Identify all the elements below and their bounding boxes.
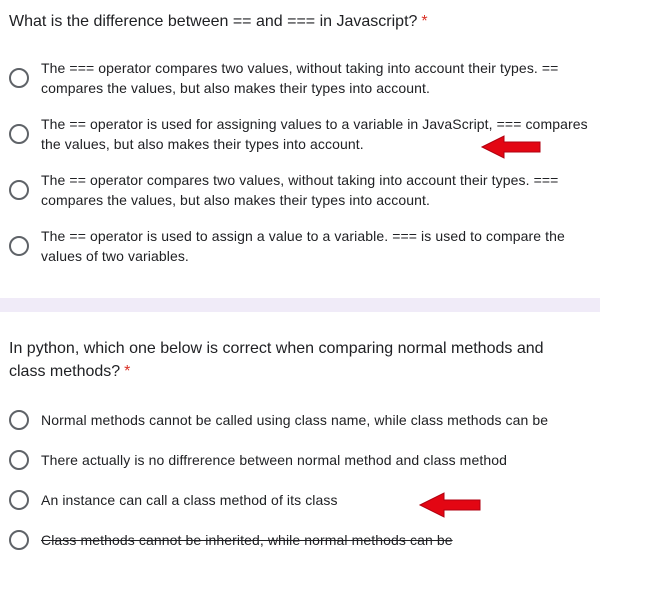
red-arrow-annotation-icon	[418, 492, 481, 518]
q1-option-3-line-2: compares the values, but also makes thei…	[41, 192, 430, 208]
q2-option-4[interactable]: Class methods cannot be inherited, while…	[0, 529, 600, 551]
q1-option-3-label: The == operator compares two values, wit…	[41, 170, 558, 210]
question-2-title-line-1: In python, which one below is correct wh…	[9, 340, 544, 357]
radio-unchecked-icon[interactable]	[9, 530, 29, 550]
radio-unchecked-icon[interactable]	[9, 124, 29, 144]
q1-option-4[interactable]: The == operator is used to assign a valu…	[0, 226, 600, 270]
q2-option-2-label: There actually is no diffrerence between…	[41, 452, 507, 468]
question-2-title: In python, which one below is correct wh…	[9, 337, 544, 383]
q2-option-1-label: Normal methods cannot be called using cl…	[41, 412, 549, 428]
q1-option-1-line-2: compares the values, but also makes thei…	[41, 80, 430, 96]
q2-option-2[interactable]: There actually is no diffrerence between…	[0, 449, 600, 471]
radio-unchecked-icon[interactable]	[9, 410, 29, 430]
q1-option-2-line-1: The == operator is used for assigning va…	[41, 116, 588, 132]
q2-option-4-label-struck: Class methods cannot be inherited, while…	[41, 532, 453, 548]
question-1-title-text: What is the difference between == and ==…	[9, 13, 418, 30]
q1-option-4-line-2: values of two variables.	[41, 248, 189, 264]
q2-option-1[interactable]: Normal methods cannot be called using cl…	[0, 409, 600, 431]
section-divider	[0, 298, 600, 312]
required-asterisk: *	[124, 363, 131, 380]
radio-unchecked-icon[interactable]	[9, 490, 29, 510]
required-asterisk: *	[421, 13, 428, 30]
radio-unchecked-icon[interactable]	[9, 236, 29, 256]
radio-unchecked-icon[interactable]	[9, 450, 29, 470]
q1-option-1-line-1: The === operator compares two values, wi…	[41, 60, 559, 76]
radio-unchecked-icon[interactable]	[9, 68, 29, 88]
q2-option-3[interactable]: An instance can call a class method of i…	[0, 489, 600, 511]
q1-option-3[interactable]: The == operator compares two values, wit…	[0, 170, 600, 214]
radio-unchecked-icon[interactable]	[9, 180, 29, 200]
question-1-title: What is the difference between == and ==…	[9, 10, 428, 33]
q1-option-1[interactable]: The === operator compares two values, wi…	[0, 58, 600, 102]
red-arrow-annotation-icon	[480, 135, 541, 159]
q2-option-3-label: An instance can call a class method of i…	[41, 492, 338, 508]
q1-option-1-label: The === operator compares two values, wi…	[41, 58, 558, 98]
question-2-title-line-2: class methods?	[9, 363, 121, 380]
google-form-page: What is the difference between == and ==…	[0, 0, 648, 590]
q1-option-4-line-1: The == operator is used to assign a valu…	[41, 228, 565, 244]
q1-option-4-label: The == operator is used to assign a valu…	[41, 226, 565, 266]
q1-option-3-line-1: The == operator compares two values, wit…	[41, 172, 559, 188]
